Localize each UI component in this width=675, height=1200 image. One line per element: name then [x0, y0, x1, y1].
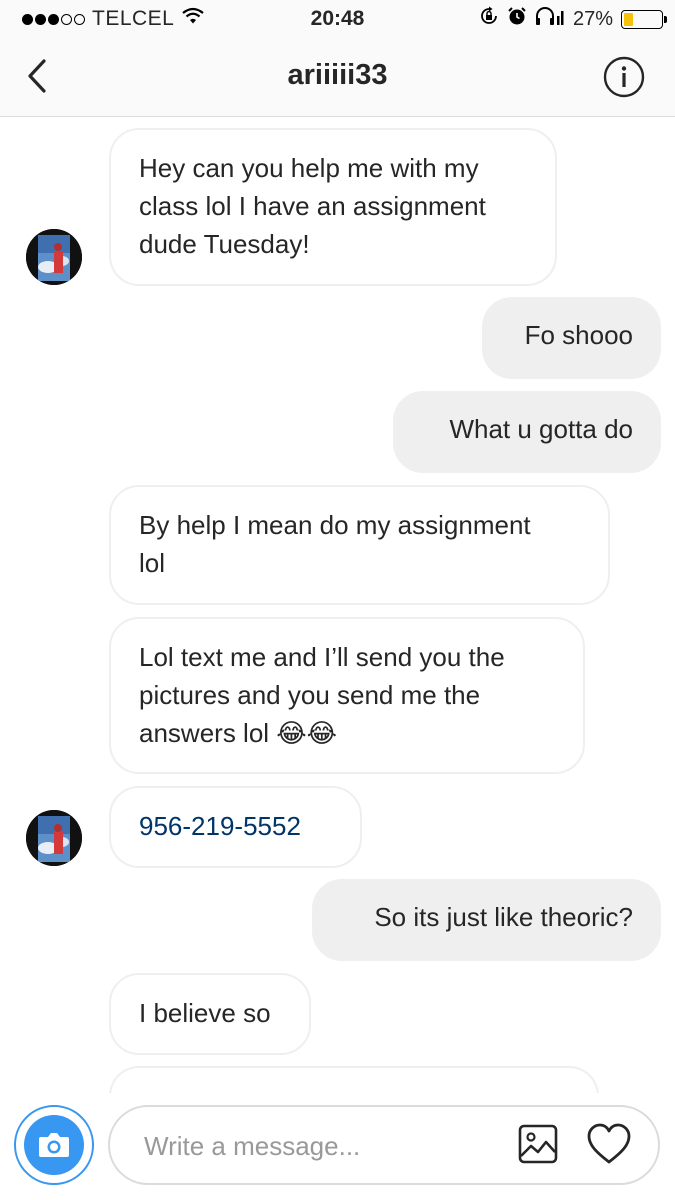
- message-line: Hey can you help me with my: [139, 153, 479, 183]
- battery-level: [624, 12, 634, 26]
- message-line: lol: [139, 548, 166, 578]
- battery-percentage: 27%: [572, 7, 613, 30]
- message-incoming[interactable]: By help I mean do my assignment lol: [109, 485, 610, 605]
- message-outgoing[interactable]: What u gotta do: [393, 391, 661, 473]
- message-line: answers lol 😂😂: [139, 718, 338, 748]
- info-icon: [603, 56, 645, 98]
- message-line: I believe so: [139, 998, 271, 1028]
- heart-icon: [587, 1123, 631, 1164]
- message-input[interactable]: [142, 1107, 506, 1185]
- message-line: So its just like theoric?: [374, 902, 633, 932]
- message-line: What u gotta do: [449, 414, 633, 444]
- camera-button[interactable]: [14, 1105, 94, 1185]
- message-line: pictures and you send me the: [139, 680, 481, 710]
- message-line: class lol I have an assignment: [139, 191, 486, 221]
- gallery-icon: [518, 1124, 558, 1164]
- avatar[interactable]: [26, 229, 82, 285]
- message-incoming[interactable]: I believe so: [109, 973, 311, 1055]
- message-line: Fo shooo: [524, 320, 633, 350]
- headphones-icon: [535, 6, 565, 32]
- message-composer: [0, 1093, 675, 1200]
- message-line: Lol text me and I’ll send you the: [139, 642, 505, 672]
- chat-header: ariiiii33: [0, 40, 675, 117]
- status-icons: 27%: [479, 6, 667, 32]
- message-line: By help I mean do my assignment: [139, 510, 531, 540]
- avatar[interactable]: [26, 810, 82, 866]
- message-incoming[interactable]: Hey can you help me with my class lol I …: [109, 128, 557, 286]
- status-bar: TELCEL 20:48 27%: [0, 0, 675, 40]
- message-outgoing[interactable]: So its just like theoric?: [312, 879, 661, 961]
- phone-number-link[interactable]: 956-219-5552: [139, 807, 332, 845]
- info-button[interactable]: [603, 56, 645, 98]
- orientation-lock-icon: [479, 6, 499, 32]
- message-line: dude Tuesday!: [139, 229, 310, 259]
- message-outgoing[interactable]: Fo shooo: [482, 297, 661, 379]
- message-incoming[interactable]: Lol text me and I’ll send you the pictur…: [109, 617, 585, 774]
- message-incoming[interactable]: 956-219-5552: [109, 786, 362, 868]
- gallery-button[interactable]: [518, 1124, 558, 1164]
- conversation-title[interactable]: ariiiii33: [0, 59, 675, 92]
- camera-icon: [39, 1133, 69, 1157]
- battery-icon: [621, 9, 667, 29]
- like-button[interactable]: [586, 1122, 632, 1166]
- message-input-wrapper: [108, 1105, 660, 1185]
- alarm-icon: [507, 6, 527, 32]
